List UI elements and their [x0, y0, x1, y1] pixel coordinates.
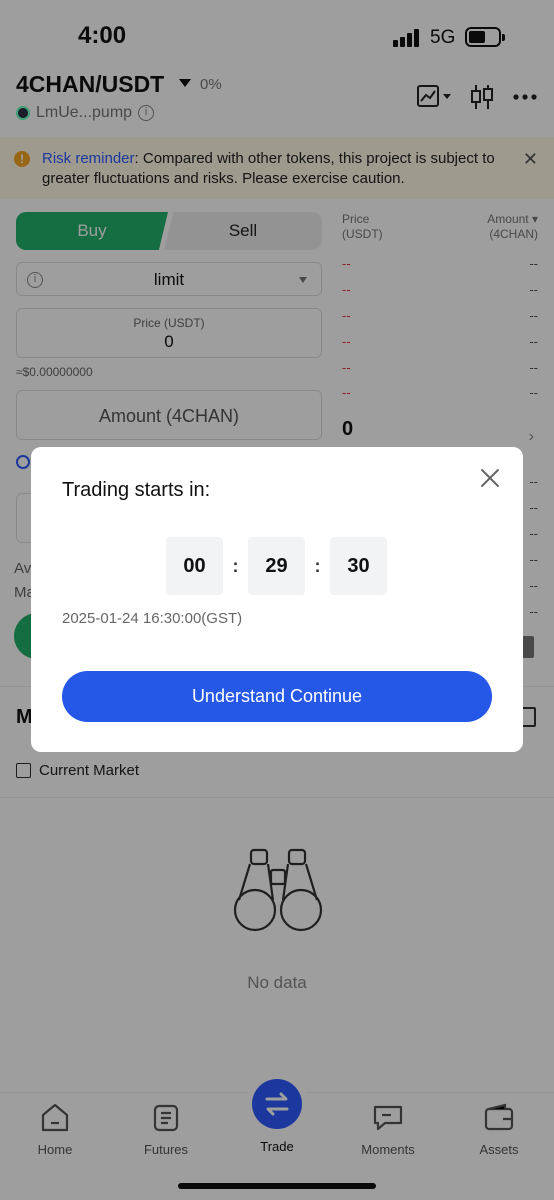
countdown-seconds: 30 — [330, 537, 387, 595]
countdown-minutes: 29 — [248, 537, 305, 595]
countdown-hours: 00 — [166, 537, 223, 595]
countdown-timer: 00 : 29 : 30 — [166, 537, 387, 595]
understand-continue-button[interactable]: Understand Continue — [62, 671, 492, 722]
dialog-title: Trading starts in: — [62, 479, 211, 501]
countdown-separator: : — [314, 555, 321, 576]
start-datetime: 2025-01-24 16:30:00(GST) — [62, 610, 243, 627]
close-icon[interactable] — [479, 467, 501, 489]
trading-countdown-dialog: Trading starts in: 00 : 29 : 30 2025-01-… — [31, 447, 523, 752]
countdown-separator: : — [232, 555, 239, 576]
